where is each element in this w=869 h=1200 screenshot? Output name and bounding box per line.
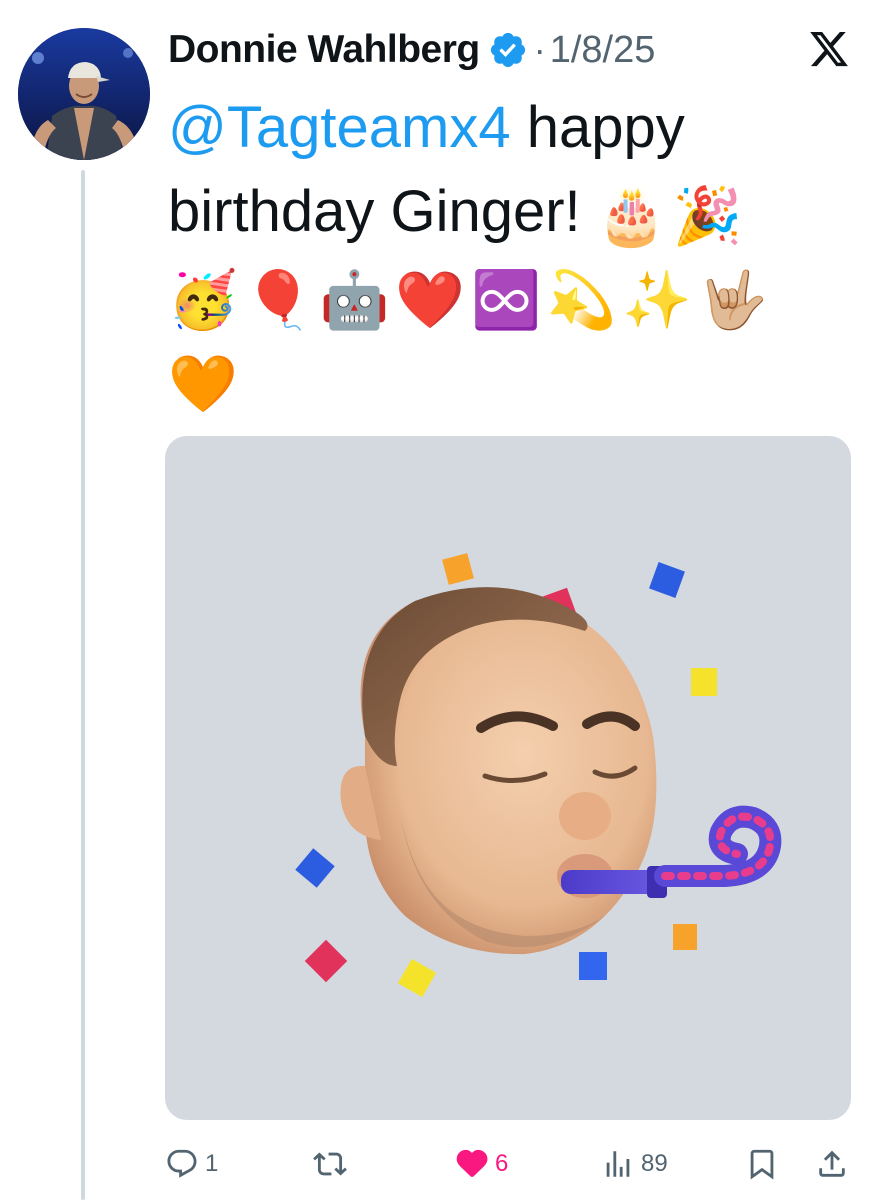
avatar[interactable] [18, 28, 150, 160]
tweet-line-3: 🥳 🎈 🤖 ❤️ ♾️ 💫 ✨ 🤟🏼 [168, 254, 858, 338]
tweet-date[interactable]: 1/8/25 [550, 29, 656, 72]
views-chart-icon [606, 1151, 630, 1177]
views-button[interactable]: 89 [601, 1140, 668, 1188]
sparkles-emoji: ✨ [622, 267, 693, 331]
reply-button[interactable]: 1 [165, 1140, 218, 1188]
retweet-button[interactable] [313, 1140, 353, 1188]
bookmark-icon [750, 1149, 774, 1180]
retweet-icon [313, 1152, 347, 1176]
reply-icon [167, 1149, 197, 1178]
tweet-actions: 1 6 89 [165, 1140, 855, 1188]
dizzy-emoji: 💫 [546, 267, 617, 331]
heart-icon [456, 1149, 488, 1177]
tweet-header: Donnie Wahlberg · 1/8/25 [168, 22, 655, 78]
tweet-text-happy: happy [510, 95, 685, 160]
tweet-text-birthday: birthday Ginger! [168, 179, 581, 244]
birthday-cake-emoji: 🎂 [596, 183, 667, 247]
tweet-line-1: @Tagteamx4 happy [168, 86, 858, 170]
tweet-text: @Tagteamx4 happy birthday Ginger! 🎂 🎉 🥳 🎈 🤖… [168, 86, 858, 422]
share-icon [819, 1150, 845, 1177]
x-logo-icon[interactable] [808, 28, 850, 70]
bookmark-button[interactable] [745, 1140, 779, 1188]
share-button[interactable] [815, 1140, 849, 1188]
partying-face-emoji: 🥳 [168, 267, 238, 331]
party-popper-emoji: 🎉 [672, 183, 743, 247]
like-count: 6 [495, 1150, 509, 1177]
infinity-emoji: ♾️ [470, 267, 541, 331]
reply-count: 1 [205, 1150, 219, 1177]
balloon-emoji: 🎈 [243, 267, 314, 331]
like-button[interactable]: 6 [455, 1140, 508, 1188]
tweet-line-4: 🧡 [168, 338, 858, 422]
memoji-party-blower-image [295, 553, 782, 998]
mention-link[interactable]: @Tagteamx4 [168, 95, 511, 160]
author-name[interactable]: Donnie Wahlberg [168, 28, 480, 72]
views-count: 89 [641, 1150, 668, 1177]
robot-emoji: 🤖 [319, 267, 390, 331]
tweet-line-2: birthday Ginger! 🎂 🎉 [168, 170, 858, 254]
tweet-media-image[interactable] [165, 436, 851, 1120]
orange-heart-emoji: 🧡 [168, 351, 238, 415]
thread-line [81, 170, 85, 1200]
love-you-gesture-emoji: 🤟🏼 [698, 267, 768, 331]
verified-badge-icon [490, 32, 525, 68]
header-separator: · [533, 29, 546, 70]
red-heart-emoji: ❤️ [395, 267, 465, 331]
